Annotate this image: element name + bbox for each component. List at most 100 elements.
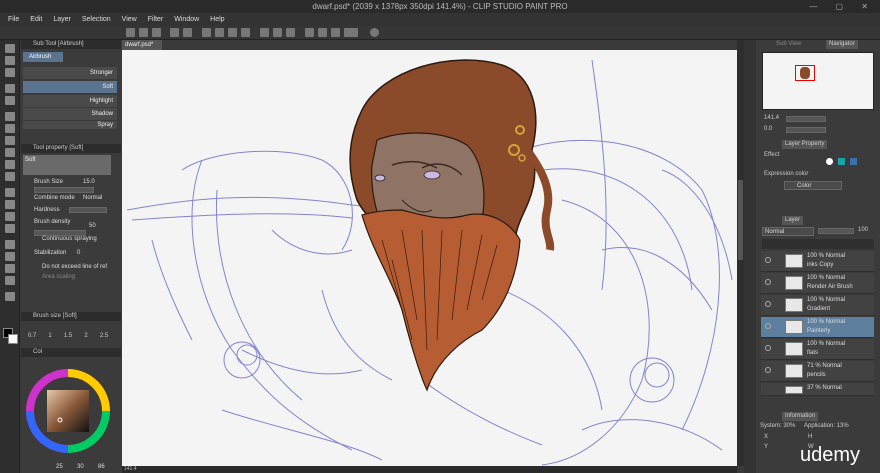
brush-density-value[interactable]: 50 [89, 223, 96, 229]
layer-row[interactable]: 100 % Normal flats [761, 339, 874, 360]
canvas-tab[interactable]: dwarf.psd* [122, 40, 162, 50]
hardness-slider[interactable] [69, 207, 107, 213]
combine-mode-select[interactable]: Normal [83, 195, 102, 201]
tab-sub-view[interactable]: Sub View [776, 40, 801, 49]
opacity-value[interactable]: 100 [858, 226, 868, 235]
menu-selection[interactable]: Selection [82, 13, 111, 26]
do-not-exceed-checkbox[interactable]: Do not exceed line of ref [42, 264, 107, 270]
layer-row[interactable]: 37 % Normal [761, 383, 874, 396]
print-icon[interactable] [331, 28, 340, 37]
subtool-group-tab[interactable]: Airbrush [23, 52, 63, 62]
menu-window[interactable]: Window [174, 13, 199, 26]
scroll-thumb[interactable] [738, 180, 743, 260]
decoration-tool-icon[interactable] [5, 160, 15, 169]
layer-color-effect-icon[interactable] [850, 158, 857, 165]
menu-help[interactable]: Help [210, 13, 224, 26]
balloon-tool-icon[interactable] [5, 276, 15, 285]
blend-tool-icon[interactable] [5, 188, 15, 197]
brush-stronger[interactable]: Stronger [23, 67, 117, 79]
navigator-zoom-value[interactable]: 141.4 [764, 114, 779, 123]
fill-icon[interactable] [215, 28, 224, 37]
menu-file[interactable]: File [8, 13, 19, 26]
undo-icon[interactable] [170, 28, 179, 37]
eraser-tool-icon[interactable] [5, 172, 15, 181]
pencil-tool-icon[interactable] [5, 124, 15, 133]
eye-icon[interactable] [765, 301, 771, 307]
save-icon[interactable] [152, 28, 161, 37]
text-tool-icon[interactable] [5, 264, 15, 273]
operation-tool-icon[interactable] [5, 68, 15, 77]
sub-color-swatch[interactable] [8, 334, 18, 344]
tone-effect-icon[interactable] [838, 158, 845, 165]
new-file-icon[interactable] [126, 28, 135, 37]
eye-icon[interactable] [765, 257, 771, 263]
brush-spray[interactable]: Spray [23, 121, 117, 129]
brush-size-preset-5[interactable]: 2.5 [99, 333, 109, 342]
border-effect-icon[interactable] [826, 158, 833, 165]
transform-icon[interactable] [228, 28, 237, 37]
color-wheel[interactable] [25, 368, 111, 454]
menu-filter[interactable]: Filter [148, 13, 164, 26]
opacity-slider[interactable] [818, 228, 854, 234]
help-icon[interactable] [370, 28, 379, 37]
eyedropper-tool-icon[interactable] [5, 96, 15, 105]
navigator-zoom-slider[interactable] [786, 116, 826, 122]
open-file-icon[interactable] [139, 28, 148, 37]
ruler-tool-icon[interactable] [5, 252, 15, 261]
pen-tool-icon[interactable] [5, 112, 15, 121]
zoom-tool-icon[interactable] [5, 44, 15, 53]
area-scaling-checkbox[interactable]: Area scaling [42, 274, 75, 280]
menu-edit[interactable]: Edit [30, 13, 42, 26]
crop-icon[interactable] [305, 28, 314, 37]
continuous-spraying-checkbox[interactable]: Continuous spraying [42, 236, 97, 242]
brush-size-preset-2[interactable]: 1 [45, 333, 55, 342]
stabilization-value[interactable]: 0 [77, 250, 80, 256]
dropdown-icon[interactable] [344, 28, 358, 37]
brush-size-value[interactable]: 15.0 [83, 179, 95, 185]
layer-row[interactable]: 100 % Normal inks Copy [761, 251, 874, 272]
eye-icon[interactable] [765, 323, 771, 329]
brush-size-preset-4[interactable]: 2 [81, 333, 91, 342]
layer-row[interactable]: 71 % Normal pencils [761, 361, 874, 382]
layer-row[interactable]: 100 % Normal Gradient [761, 295, 874, 316]
canvas-scrollbar[interactable] [737, 40, 744, 466]
deselect-icon[interactable] [241, 28, 250, 37]
clear-icon[interactable] [202, 28, 211, 37]
auto-select-tool-icon[interactable] [5, 84, 15, 93]
menu-layer[interactable]: Layer [53, 13, 71, 26]
navigator-rotation-slider[interactable] [786, 127, 826, 133]
layer-row[interactable]: 100 % Normal Render Air Brush [761, 273, 874, 294]
snap-icon[interactable] [260, 28, 269, 37]
gradient-tool-icon[interactable] [5, 212, 15, 221]
navigator-preview[interactable] [762, 52, 874, 110]
blend-mode-select[interactable]: Normal [762, 227, 814, 236]
brush-size-preset-1[interactable]: 0.7 [27, 333, 37, 342]
tab-navigator[interactable]: Navigator [826, 40, 858, 49]
brush-shadow[interactable]: Shadow [23, 108, 117, 120]
status-zoom[interactable]: 141.4 [124, 466, 137, 472]
brush-soft[interactable]: Soft [23, 81, 117, 93]
menu-view[interactable]: View [122, 13, 137, 26]
eye-icon[interactable] [765, 345, 771, 351]
brush-size-preset-3[interactable]: 1.5 [63, 333, 73, 342]
drawing-canvas[interactable] [122, 50, 737, 466]
frame-tool-icon[interactable] [5, 240, 15, 249]
navigator-rotation-value[interactable]: 0.0 [764, 125, 772, 134]
figure-tool-icon[interactable] [5, 224, 15, 233]
eye-icon[interactable] [765, 279, 771, 285]
eye-icon[interactable] [765, 367, 771, 373]
brush-highlight[interactable]: Highlight [23, 95, 117, 107]
window-controls[interactable]: — ▢ ✕ [809, 0, 876, 13]
expression-color-select[interactable]: Color [784, 181, 842, 190]
fill-tool-icon[interactable] [5, 200, 15, 209]
snap-ruler-icon[interactable] [273, 28, 282, 37]
brush-size-slider[interactable] [34, 187, 94, 193]
brush-tool-icon[interactable] [5, 136, 15, 145]
correct-line-tool-icon[interactable] [5, 292, 15, 301]
snap-grid-icon[interactable] [286, 28, 295, 37]
redo-icon[interactable] [183, 28, 192, 37]
zoom-icon[interactable] [318, 28, 327, 37]
layer-row-selected[interactable]: 100 % Normal Painterly [761, 317, 874, 338]
airbrush-tool-icon[interactable] [5, 148, 15, 157]
move-tool-icon[interactable] [5, 56, 15, 65]
